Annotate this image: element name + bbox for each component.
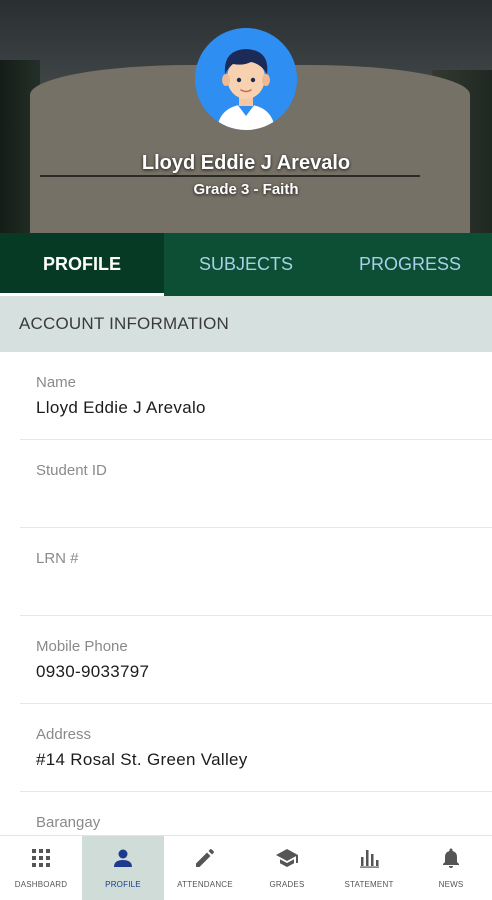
- student-name: Lloyd Eddie J Arevalo: [141, 152, 351, 174]
- bell-icon: [443, 848, 459, 868]
- profile-header: Lloyd Eddie J Arevalo Grade 3 - Faith: [0, 0, 492, 233]
- field-label: Student ID: [36, 462, 107, 479]
- grid-icon: [32, 849, 50, 867]
- nav-label: DASHBOARD: [14, 880, 68, 889]
- nav-item-attendance[interactable]: ATTENDANCE: [164, 836, 246, 900]
- nav-item-profile[interactable]: PROFILE: [82, 836, 164, 900]
- field-address: Address #14 Rosal St. Green Valley: [20, 704, 492, 792]
- section-header-account-information: ACCOUNT INFORMATION: [0, 296, 492, 352]
- field-student-id: Student ID: [20, 440, 492, 528]
- nav-item-grades[interactable]: GRADES: [246, 836, 328, 900]
- avatar[interactable]: [195, 28, 297, 130]
- graduation-cap-icon: [276, 849, 298, 867]
- field-name: Name Lloyd Eddie J Arevalo: [20, 352, 492, 440]
- field-label: Barangay: [36, 814, 101, 831]
- person-icon: [114, 849, 132, 867]
- tab-progress[interactable]: PROGRESS: [328, 233, 492, 296]
- tab-profile[interactable]: PROFILE: [0, 233, 164, 296]
- student-avatar-icon: [195, 28, 297, 130]
- student-grade-section: Grade 3 - Faith: [193, 181, 299, 198]
- nav-item-news[interactable]: NEWS: [410, 836, 492, 900]
- field-label: Mobile Phone: [36, 638, 128, 655]
- field-label: Address: [36, 726, 92, 743]
- field-mobile-phone: Mobile Phone 0930-9033797: [20, 616, 492, 704]
- account-fields-list: Name Lloyd Eddie J Arevalo Student ID LR…: [0, 352, 492, 880]
- field-lrn: LRN #: [20, 528, 492, 616]
- nav-label: ATTENDANCE: [177, 880, 233, 889]
- nav-label: STATEMENT: [344, 880, 394, 889]
- nav-item-statement[interactable]: STATEMENT: [328, 836, 410, 900]
- nav-label: PROFILE: [105, 880, 141, 889]
- bottom-navigation: DASHBOARD PROFILE ATTENDANCE GRADES STAT…: [0, 835, 492, 900]
- pencil-icon: [196, 848, 215, 867]
- nav-label: NEWS: [438, 880, 464, 889]
- nav-item-dashboard[interactable]: DASHBOARD: [0, 836, 82, 900]
- tab-subjects[interactable]: SUBJECTS: [164, 233, 328, 296]
- field-value: Lloyd Eddie J Arevalo: [36, 398, 206, 417]
- field-label: LRN #: [36, 550, 79, 567]
- field-value: #14 Rosal St. Green Valley: [36, 750, 248, 769]
- field-value: 0930-9033797: [36, 662, 150, 681]
- bar-chart-icon: [360, 850, 379, 868]
- nav-label: GRADES: [269, 880, 305, 889]
- field-label: Name: [36, 374, 77, 391]
- profile-tabs: PROFILE SUBJECTS PROGRESS: [0, 233, 492, 296]
